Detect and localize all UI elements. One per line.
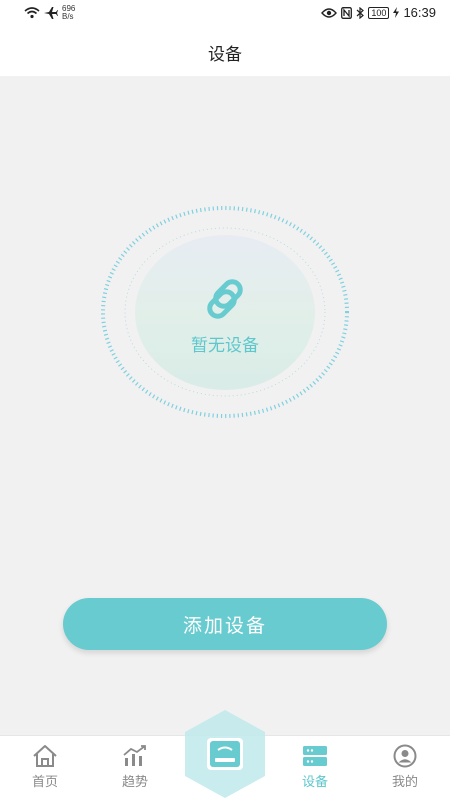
tab-trend-label: 趋势 [121,775,148,790]
airplane-icon [44,7,58,19]
tab-mine-label: 我的 [391,775,418,790]
eye-icon [321,7,338,18]
tab-home-label: 首页 [31,775,58,790]
empty-state-message: 暂无设备 [191,336,259,356]
scale-tab-button[interactable] [183,708,267,800]
battery-indicator: 100 [368,6,390,19]
charging-icon [393,7,400,18]
user-icon [393,744,417,768]
home-icon [33,745,57,767]
tab-trend[interactable]: 趋势 [105,744,165,790]
header: 设备 [0,28,450,76]
wifi-icon [24,7,40,19]
network-speed: 696 B/s [62,5,75,21]
tab-home[interactable]: 首页 [15,744,75,790]
network-speed-unit: B/s [62,12,74,21]
tab-mine[interactable]: 我的 [375,744,435,790]
page-title: 设备 [208,44,242,65]
empty-state: 暂无设备 [95,200,355,425]
device-list-icon [303,746,327,766]
tab-device-label: 设备 [301,775,328,790]
scale-icon [207,738,243,770]
tab-device[interactable]: 设备 [285,744,345,790]
status-right: 100 16:39 [321,5,436,20]
clock: 16:39 [403,5,436,20]
add-device-button[interactable]: 添加设备 [63,598,387,650]
trend-chart-icon [123,745,146,766]
status-left: 696 B/s [24,5,75,21]
status-bar: 696 B/s 100 16:39 [0,0,450,28]
nfc-icon [341,6,353,19]
bluetooth-icon [357,6,365,19]
link-icon [207,279,243,319]
